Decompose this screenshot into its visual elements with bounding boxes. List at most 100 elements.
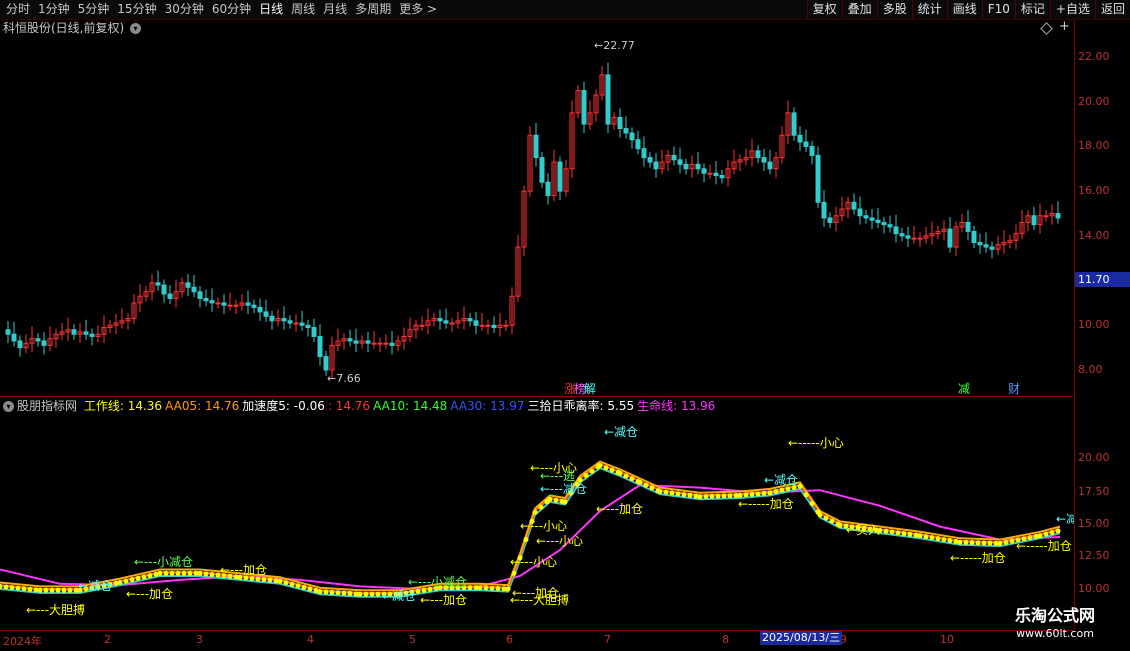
work-line-dot	[295, 583, 301, 589]
date-label: 7	[604, 633, 611, 646]
work-line-dot	[663, 489, 669, 495]
date-label: 8	[722, 633, 729, 646]
work-line-dot	[261, 577, 267, 583]
indicator-tick: 10.00	[1078, 582, 1110, 595]
work-line-dot	[687, 492, 693, 498]
candle-body	[881, 221, 887, 226]
low-price-label: ←7.66	[327, 372, 361, 385]
work-line-dot	[583, 473, 589, 479]
work-line-dot	[169, 570, 175, 576]
chart-canvas[interactable]: ←22.77←7.66涨榜解减财←---大胆搏←减仓←---加仓←---小减仓←…	[0, 0, 1074, 630]
work-line-dot	[375, 591, 381, 597]
candle-body	[491, 324, 497, 329]
candle-body	[71, 329, 77, 335]
candle-body	[695, 163, 701, 170]
work-line-dot	[755, 491, 761, 497]
work-line-dot	[889, 529, 895, 535]
work-line-dot	[649, 485, 655, 491]
signal-annotation: ←-----加仓	[950, 551, 1006, 565]
candle-body	[647, 157, 653, 163]
candle-body	[443, 320, 449, 324]
candle-body	[803, 141, 809, 147]
candle-body	[503, 324, 509, 327]
work-line-dot	[357, 591, 363, 597]
price-tick: 8.00	[1078, 363, 1103, 376]
back-button[interactable]: 返回	[1094, 0, 1130, 19]
work-line-dot	[883, 528, 889, 534]
signal-annotation: ←---加仓	[596, 502, 643, 516]
work-line-dot	[197, 570, 203, 576]
candle-body	[761, 157, 767, 163]
work-line-dot	[1003, 539, 1009, 545]
signal-annotation: ←-----加仓	[1016, 539, 1072, 553]
work-line-dot	[963, 539, 969, 545]
work-line-dot	[929, 535, 935, 541]
work-line-dot	[553, 497, 559, 503]
candle-body	[719, 174, 725, 179]
work-line-dot	[901, 531, 907, 537]
work-line-dot	[773, 489, 779, 494]
candle-body	[827, 217, 833, 223]
work-line-dot	[323, 589, 329, 595]
work-line-dot	[785, 486, 791, 492]
candle-body	[371, 342, 377, 345]
work-line-dot	[369, 591, 375, 597]
indicator-tick: 15.00	[1078, 517, 1110, 530]
work-line-dot	[969, 540, 975, 546]
work-line-dot	[975, 540, 981, 546]
candle-body	[671, 154, 677, 161]
signal-annotation: ←---加仓	[126, 587, 173, 601]
candle-body	[893, 226, 899, 235]
signal-annotation: ←---小减仓	[134, 555, 193, 569]
work-line-dot	[203, 571, 209, 577]
work-line-dot	[335, 590, 341, 596]
candle-body	[215, 302, 221, 305]
work-line-dot	[895, 530, 901, 536]
candle-body	[641, 148, 647, 159]
watermark-url: www.60lt.com	[1016, 627, 1094, 640]
candle-body	[293, 322, 299, 325]
candle-body	[287, 320, 293, 324]
candle-body	[323, 356, 329, 371]
candle-body	[449, 322, 455, 325]
candle-body	[221, 302, 227, 306]
work-line-dot	[3, 584, 9, 590]
candle-body	[815, 154, 821, 203]
date-label: 6	[506, 633, 513, 646]
candle-body	[377, 342, 383, 345]
candle-body	[863, 215, 869, 219]
work-line-dot	[817, 512, 823, 518]
signal-annotation: ←减仓	[604, 425, 638, 439]
work-line-dot	[1055, 528, 1061, 534]
date-label: 2	[104, 633, 111, 646]
candle-body	[971, 230, 977, 244]
work-line-dot	[523, 537, 529, 543]
event-marker: 财	[1008, 382, 1020, 396]
work-line-dot	[27, 586, 33, 592]
signal-annotation: ←---大胆搏	[26, 603, 85, 617]
candle-body	[347, 338, 353, 342]
candle-body	[317, 335, 323, 358]
watermark-title: 乐淘公式网	[1014, 606, 1095, 625]
candle-body	[755, 150, 761, 159]
candle-body	[635, 139, 641, 150]
work-line-dot	[117, 580, 123, 585]
high-price-label: ←22.77	[594, 39, 635, 52]
date-axis: 2024年 2 3 4 5 6 7 8 9 10	[0, 630, 1074, 651]
indicator-tick: 12.50	[1078, 549, 1110, 562]
price-tick: 16.00	[1078, 184, 1110, 197]
work-line-dot	[505, 586, 511, 592]
event-marker: 解	[584, 382, 596, 396]
work-line-dot	[55, 587, 61, 593]
candle-body	[983, 244, 989, 248]
candle-body	[821, 201, 827, 219]
date-label: 3	[196, 633, 203, 646]
candle-body	[227, 304, 233, 307]
candle-body	[1055, 213, 1061, 219]
signal-annotation: ←---加仓	[512, 586, 559, 600]
candle-body	[41, 340, 47, 346]
work-line-dot	[669, 490, 675, 496]
candle-body	[467, 318, 473, 322]
work-line-dot	[917, 533, 923, 539]
candle-body	[155, 282, 161, 286]
